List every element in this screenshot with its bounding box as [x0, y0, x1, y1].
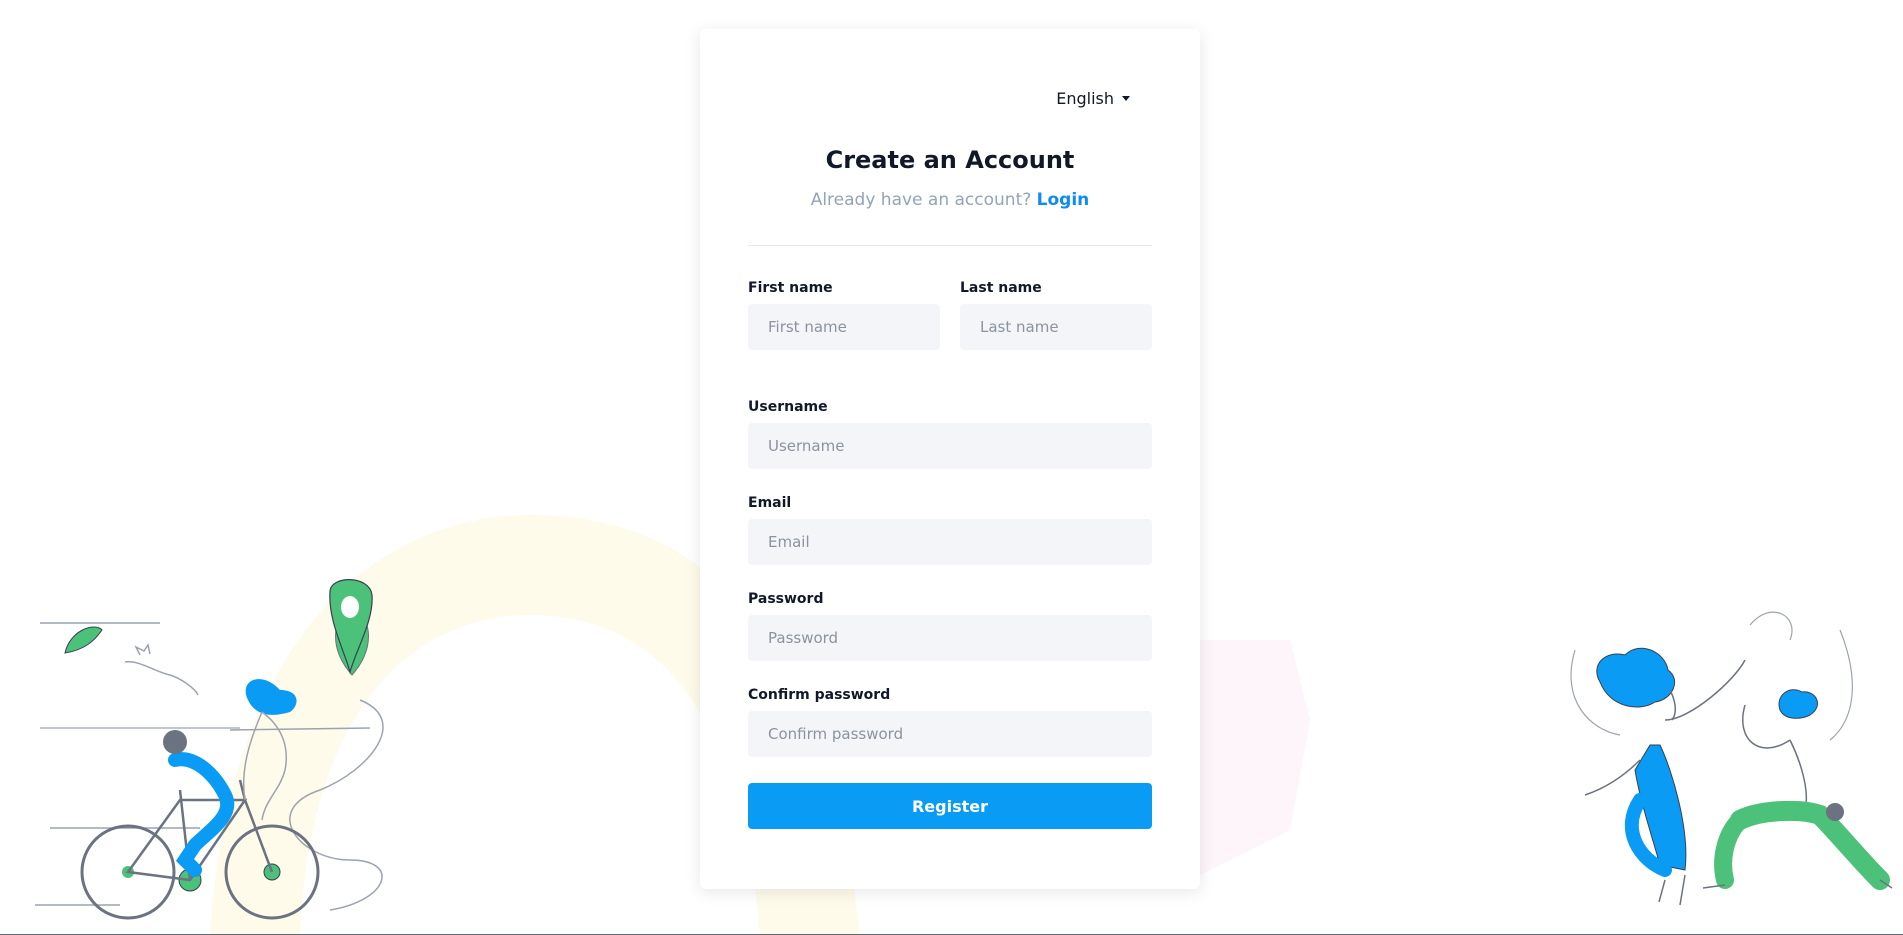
page-title: Create an Account	[825, 146, 1075, 174]
confirm-password-label: Confirm password	[748, 687, 891, 703]
last-name-group: Last name	[960, 280, 1152, 350]
password-group: Password	[748, 591, 1152, 661]
login-link[interactable]: Login	[1037, 190, 1090, 210]
first-name-label: First name	[748, 280, 833, 296]
login-prompt: Already have an account? Login	[700, 190, 1200, 210]
register-button[interactable]: Register	[748, 783, 1152, 829]
password-input[interactable]	[748, 615, 1152, 661]
login-prompt-text: Already have an account?	[810, 190, 1032, 210]
register-card: English Create an Account Already have a…	[700, 29, 1200, 889]
username-label: Username	[748, 399, 828, 415]
username-group: Username	[748, 399, 1152, 469]
password-label: Password	[748, 591, 824, 607]
language-label: English	[1056, 89, 1114, 108]
first-name-group: First name	[748, 280, 940, 350]
caret-down-icon	[1122, 96, 1130, 101]
email-group: Email	[748, 495, 1152, 565]
register-page: English Create an Account Already have a…	[0, 0, 1903, 935]
confirm-password-group: Confirm password	[748, 687, 1152, 757]
language-dropdown[interactable]: English	[1056, 89, 1130, 108]
divider	[748, 245, 1152, 246]
email-label: Email	[748, 495, 792, 511]
last-name-label: Last name	[960, 280, 1042, 296]
email-input[interactable]	[748, 519, 1152, 565]
cyclist-illustration	[35, 579, 384, 920]
confirm-password-input[interactable]	[748, 711, 1152, 757]
last-name-input[interactable]	[960, 304, 1152, 350]
username-input[interactable]	[748, 423, 1152, 469]
jumping-people-illustration	[1570, 611, 1893, 906]
first-name-input[interactable]	[748, 304, 940, 350]
